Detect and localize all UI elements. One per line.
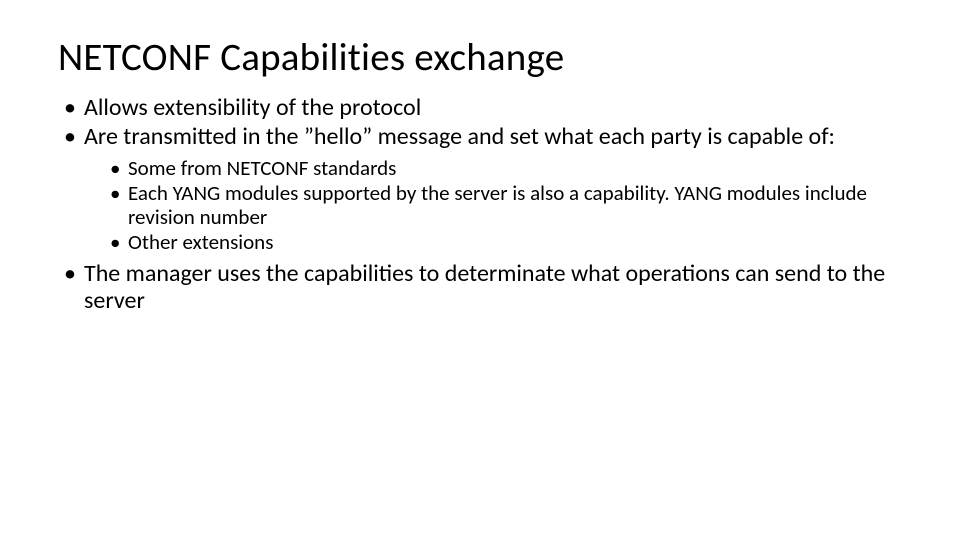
bullet-list: Allows extensibility of the protocol Are… xyxy=(58,95,902,315)
bullet-item: Allows extensibility of the protocol xyxy=(64,95,902,122)
bullet-item: The manager uses the capabilities to det… xyxy=(64,261,902,315)
sub-bullet-list: Some from NETCONF standards Each YANG mo… xyxy=(84,157,902,255)
sub-bullet-item: Some from NETCONF standards xyxy=(110,157,902,181)
slide-title: NETCONF Capabilities exchange xyxy=(58,36,902,81)
bullet-item: Are transmitted in the ”hello” message a… xyxy=(64,124,902,255)
sub-bullet-item: Each YANG modules supported by the serve… xyxy=(110,182,902,229)
sub-bullet-text: Each YANG modules supported by the serve… xyxy=(128,180,867,230)
slide: NETCONF Capabilities exchange Allows ext… xyxy=(0,0,960,540)
sub-bullet-item: Other extensions xyxy=(110,231,902,255)
bullet-text: The manager uses the capabilities to det… xyxy=(84,259,885,315)
sub-bullet-text: Some from NETCONF standards xyxy=(128,155,396,181)
bullet-text: Allows extensibility of the protocol xyxy=(84,93,421,122)
sub-bullet-text: Other extensions xyxy=(128,229,273,255)
bullet-text: Are transmitted in the ”hello” message a… xyxy=(84,122,835,151)
